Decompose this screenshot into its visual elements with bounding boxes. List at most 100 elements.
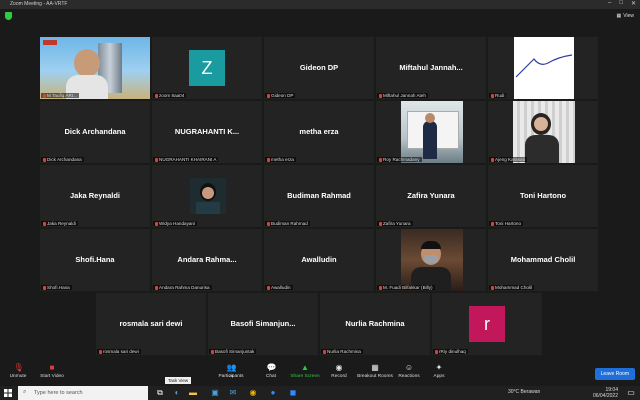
participant-name-label: Toni Hartono [489,221,524,226]
participant-tile[interactable]: Budiman Rahmad Budiman Rahmad [264,165,374,227]
video-off-icon: ■ [49,363,55,372]
unmute-label: Unmute [9,374,27,379]
meeting-topbar [0,9,640,24]
participant-tile[interactable]: Miftahul Jannah... Miftahul Jannah Ateh [376,37,486,99]
reactions-label: Reactions [398,374,420,379]
participant-tile[interactable]: M. Fuadi Bilfakkar (Billy) [376,229,486,291]
muted-mic-icon [379,157,382,162]
muted-mic-icon [267,93,270,98]
participant-display-name: Nurlia Rachmina [345,319,405,328]
participant-display-name: Andara Rahma... [177,255,237,264]
participant-name-label: Zafira Yunara [377,221,413,226]
leave-room-button[interactable]: Leave Room [594,368,635,380]
participant-video [514,37,574,99]
participant-name-label: Andara Rahma Danurisa [153,285,212,290]
participant-tile[interactable]: Dick Archandana Dick Archandana [40,101,150,163]
apps-label: Apps [433,374,445,379]
participant-tile[interactable]: Zafira Yunara Zafira Yunara [376,165,486,227]
chrome-icon[interactable]: ◉ [248,388,258,398]
participant-tile[interactable]: Rudi [488,37,598,99]
participant-name-label: Basofi Simanjuntak [209,349,257,354]
zoom-app-icon[interactable]: ◼ [288,388,298,398]
muted-mic-icon [155,93,158,98]
participant-display-name: NUGRAHANTI K... [174,127,240,136]
participants-button[interactable]: 👥24 Participants [211,363,251,380]
participant-tile[interactable]: metha erza metha erza [264,101,374,163]
participant-video [40,37,150,99]
participant-tile[interactable]: Andara Rahma... Andara Rahma Danurisa [152,229,262,291]
participant-video [401,229,463,291]
participant-tile[interactable]: NUGRAHANTI K... NUGRAHANTI KHAIRANI A [152,101,262,163]
participant-tile[interactable]: Toni Hartono Toni Hartono [488,165,598,227]
window-titlebar: Zoom Meeting - AA-VRTF – □ ✕ [0,0,640,9]
participant-name-label: Ajeng Karasati [489,157,527,162]
system-clock[interactable]: 19:04 06/04/2022 [593,387,618,399]
chat-label: Chat [265,374,277,379]
taskbar-search-box[interactable]: ⌕ Type here to search [18,386,148,400]
participant-name-label: Awalludin [265,285,293,290]
search-placeholder: Type here to search [34,390,83,396]
start-video-button[interactable]: ■ Start Video [32,363,72,380]
muted-mic-icon [491,93,494,98]
participant-display-name: Miftahul Jannah... [399,63,463,72]
muted-mic-icon [43,285,46,290]
record-button[interactable]: ◉ Record [319,364,359,380]
participant-name-label: M. Fuadi Bilfakkar (Billy) [377,285,435,290]
maximize-icon[interactable]: □ [619,0,623,7]
share-screen-icon: ▲ [301,363,309,372]
participant-tile[interactable]: Awalludin Awalludin [264,229,374,291]
muted-mic-icon [267,221,270,226]
participant-tile[interactable]: Jaka Reynaldi Jaka Reynaldi [40,165,150,227]
muted-mic-icon [155,157,158,162]
muted-mic-icon [379,285,382,290]
participant-tile[interactable]: Ajeng Karasati [488,101,598,163]
mail-icon[interactable]: ✉ [228,388,238,398]
participant-tile[interactable]: Shofi.Hana Shofi.Hana [40,229,150,291]
shield-icon[interactable] [5,12,12,20]
zoom-icon[interactable]: ● [268,388,278,398]
participant-tile[interactable]: Z zoom 8aa04 [152,37,262,99]
participant-name-label: metha erza [265,157,296,162]
participant-video [401,101,463,163]
participant-name-label: Miftahul Jannah Ateh [377,93,428,98]
notification-icon[interactable]: ▭ [626,388,636,398]
close-icon[interactable]: ✕ [631,0,636,7]
participant-tile[interactable]: r rRiy dinulhaq [432,293,542,355]
avatar: r [469,306,505,342]
participant-tile[interactable]: Gideon DP Gideon DP [264,37,374,99]
participant-display-name: Zafira Yunara [407,191,455,200]
weather-widget[interactable]: 30°C Berawan [508,389,540,395]
file-explorer-icon[interactable]: ▬ [188,388,198,398]
participant-display-name: metha erza [299,127,339,136]
participant-tile[interactable]: Nurlia Rachmina Nurlia Rachmina [320,293,430,355]
participant-name-label: Roy Rachmadany [377,157,422,162]
muted-mic-icon [435,349,438,354]
participant-name-label: NUGRAHANTI KHAIRANI A [153,157,219,162]
muted-mic-icon [155,285,158,290]
participants-label: Participants [218,374,244,379]
edge-browser-icon[interactable]: ◐ [172,388,182,398]
windows-start-icon[interactable] [4,389,12,397]
store-icon[interactable]: ▣ [210,388,220,398]
participant-name-label: rosmala sari dewi [97,349,141,354]
muted-mic-icon [155,221,158,226]
muted-mic-icon [43,221,46,226]
participant-display-name: Basofi Simanjun... [230,319,296,328]
view-button[interactable]: ▦ View [617,13,634,19]
task-view-icon[interactable]: ⧉ [155,388,165,398]
participant-tile[interactable]: Roy Rachmadany [376,101,486,163]
participant-tile[interactable]: Mohammad Cholil Mohammad Cholil [488,229,598,291]
participant-tile[interactable]: Basofi Simanjun... Basofi Simanjuntak [208,293,318,355]
participant-tile[interactable]: rosmala sari dewi rosmala sari dewi [96,293,206,355]
participant-tile[interactable]: Widya Handayani [152,165,262,227]
muted-mic-icon [267,285,270,290]
muted-mic-icon [491,285,494,290]
participants-icon: 👥24 [226,363,237,379]
apps-button[interactable]: ✦ Apps [419,364,459,380]
participant-display-name: Shofi.Hana [75,255,115,264]
participant-name-label: Dick Archandana [41,157,84,162]
minimize-icon[interactable]: – [608,0,611,7]
participant-display-name: Toni Hartono [519,191,567,200]
reactions-icon: ☺ [404,363,414,372]
participant-tile[interactable]: M.Taufiq ARI... [40,37,150,99]
